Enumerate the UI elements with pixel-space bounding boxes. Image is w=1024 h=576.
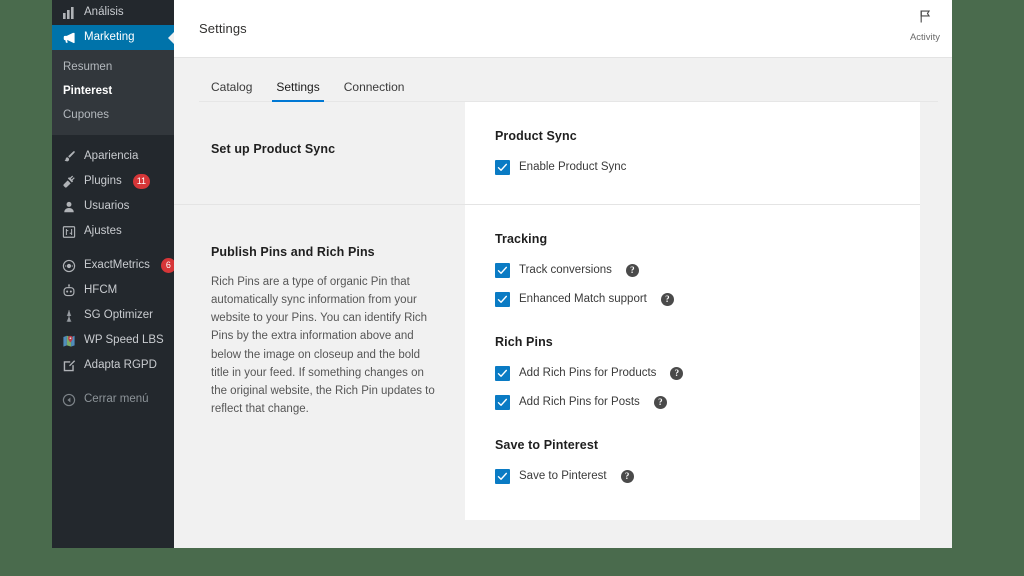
sidebar-item-ajustes[interactable]: Ajustes (52, 219, 174, 244)
robot-icon (61, 283, 76, 298)
exactmetrics-icon (61, 258, 76, 273)
map-pin-icon (61, 333, 76, 348)
sidebar-item-label: WP Speed LBS (84, 334, 164, 347)
sidebar-item-label: Apariencia (84, 150, 139, 163)
sidebar-item-adapta-rgpd[interactable]: Adapta RGPD (52, 353, 174, 378)
collapse-arrow-icon (61, 392, 76, 407)
sidebar-collapse-menu-button[interactable]: Cerrar menú (52, 387, 174, 412)
sidebar-separator (52, 135, 174, 144)
help-icon[interactable]: ? (653, 396, 667, 409)
checkbox-checked-icon[interactable] (495, 366, 510, 381)
option-add-rich-pins-products[interactable]: Add Rich Pins for Products ? (495, 366, 890, 381)
checkbox-checked-icon[interactable] (495, 395, 510, 410)
help-icon[interactable]: ? (620, 470, 634, 483)
sliders-icon (61, 224, 76, 239)
sidebar-subitem-cupones[interactable]: Cupones (52, 104, 174, 128)
section-title: Publish Pins and Rich Pins (211, 245, 375, 259)
sidebar-item-usuarios[interactable]: Usuarios (52, 194, 174, 219)
flag-icon (918, 9, 933, 29)
sidebar-item-label: Análisis (84, 5, 124, 18)
section-publish-pins: Publish Pins and Rich Pins Rich Pins are… (174, 204, 920, 520)
group-title-save-to-pinterest: Save to Pinterest (495, 438, 599, 452)
sg-optimizer-icon (61, 308, 76, 323)
section-product-sync: Set up Product Sync Product Sync Enable … (174, 102, 920, 204)
section-publish-pins-card: Tracking Track conversions ? Enhanced Ma… (465, 205, 920, 520)
app-header: Settings Activity (174, 0, 952, 58)
checkbox-checked-icon[interactable] (495, 292, 510, 307)
group-title-rich-pins: Rich Pins (495, 335, 553, 349)
sidebar-subitem-resumen[interactable]: Resumen (52, 56, 174, 80)
sidebar-item-label: SG Optimizer (84, 309, 154, 322)
exactmetrics-badge: 6 (160, 258, 174, 274)
option-label: Add Rich Pins for Posts (519, 395, 640, 408)
help-icon[interactable]: ? (660, 293, 674, 306)
sidebar-item-label: Plugins (84, 175, 122, 188)
group-title-product-sync: Product Sync (495, 129, 577, 143)
section-product-sync-description: Set up Product Sync (174, 102, 465, 204)
tab-strip: Catalog Settings Connection (174, 58, 952, 102)
app-window: Settings Activity Catalog Settings Conne… (174, 0, 952, 548)
sidebar-item-label: Adapta RGPD (84, 359, 157, 372)
section-product-sync-card: Product Sync Enable Product Sync (465, 102, 920, 204)
megaphone-icon (61, 30, 76, 45)
page-title: Settings (199, 21, 247, 36)
settings-content: Set up Product Sync Product Sync Enable … (174, 102, 952, 548)
sidebar-item-label: Ajustes (84, 225, 122, 238)
option-track-conversions[interactable]: Track conversions ? (495, 263, 890, 278)
wp-admin-sidebar: Análisis Marketing Resumen Pinterest Cup… (52, 0, 174, 548)
tab-settings[interactable]: Settings (264, 81, 331, 102)
sidebar-submenu-marketing: Resumen Pinterest Cupones (52, 50, 174, 136)
sidebar-item-plugins[interactable]: Plugins 11 (52, 169, 174, 194)
sidebar-item-exactmetrics[interactable]: ExactMetrics 6 (52, 253, 174, 278)
desktop-background: Análisis Marketing Resumen Pinterest Cup… (0, 0, 1024, 576)
sidebar-separator (52, 378, 174, 387)
option-label: Track conversions (519, 263, 612, 276)
sidebar-item-label: Marketing (84, 30, 135, 43)
sidebar-item-label: HFCM (84, 284, 118, 297)
tab-connection[interactable]: Connection (332, 81, 417, 102)
sidebar-separator (52, 244, 174, 253)
sidebar-item-hfcm[interactable]: HFCM (52, 278, 174, 303)
tab-catalog[interactable]: Catalog (199, 81, 264, 102)
sidebar-item-analisis[interactable]: Análisis (52, 0, 174, 25)
checkbox-checked-icon[interactable] (495, 469, 510, 484)
activity-label: Activity (909, 32, 941, 43)
option-save-to-pinterest[interactable]: Save to Pinterest ? (495, 469, 890, 484)
checkbox-checked-icon[interactable] (495, 160, 510, 175)
sidebar-collapse-label: Cerrar menú (84, 393, 149, 406)
sidebar-item-apariencia[interactable]: Apariencia (52, 144, 174, 169)
activity-button[interactable]: Activity (904, 9, 946, 43)
option-enable-product-sync[interactable]: Enable Product Sync (495, 160, 890, 175)
sidebar-item-label: Usuarios (84, 200, 130, 213)
section-body-text: Rich Pins are a type of organic Pin that… (211, 276, 435, 416)
sidebar-item-marketing[interactable]: Marketing (52, 25, 174, 50)
option-label: Enhanced Match support (519, 292, 647, 305)
option-add-rich-pins-posts[interactable]: Add Rich Pins for Posts ? (495, 395, 890, 410)
sidebar-item-label: ExactMetrics (84, 259, 150, 272)
paintbrush-icon (61, 149, 76, 164)
sidebar-subitem-pinterest[interactable]: Pinterest (52, 80, 174, 104)
option-label: Enable Product Sync (519, 160, 627, 173)
option-label: Add Rich Pins for Products (519, 366, 657, 379)
checkbox-checked-icon[interactable] (495, 263, 510, 278)
plugins-update-badge: 11 (132, 174, 151, 190)
sidebar-item-wp-speed-lbs[interactable]: WP Speed LBS (52, 328, 174, 353)
option-label: Save to Pinterest (519, 469, 607, 482)
section-publish-pins-description: Publish Pins and Rich Pins Rich Pins are… (174, 205, 465, 520)
plug-icon (61, 174, 76, 189)
pencil-square-icon (61, 358, 76, 373)
option-enhanced-match-support[interactable]: Enhanced Match support ? (495, 292, 890, 307)
user-icon (61, 199, 76, 214)
help-icon[interactable]: ? (625, 264, 639, 277)
help-icon[interactable]: ? (670, 367, 684, 380)
group-title-tracking: Tracking (495, 232, 548, 246)
sidebar-item-sg-optimizer[interactable]: SG Optimizer (52, 303, 174, 328)
chart-bar-icon (61, 5, 76, 20)
section-title: Set up Product Sync (211, 142, 336, 156)
